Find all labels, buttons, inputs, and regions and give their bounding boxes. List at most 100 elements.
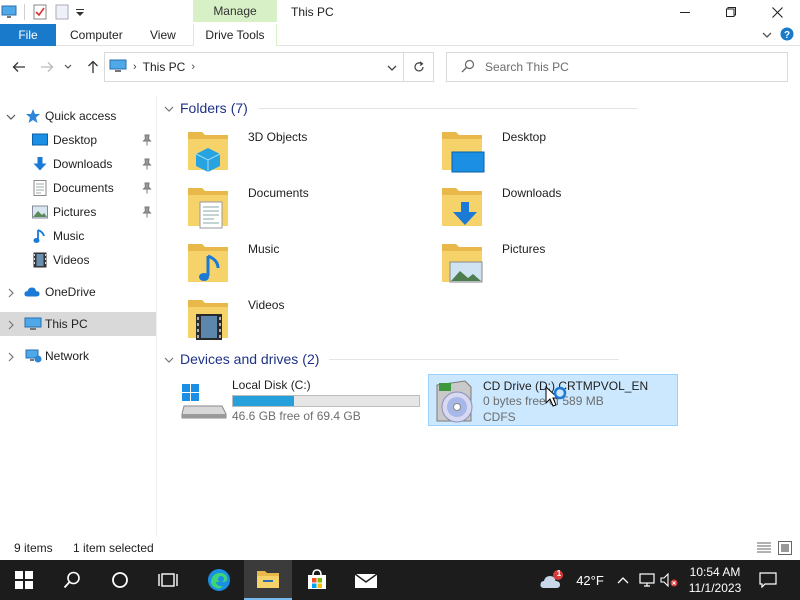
videos-icon	[32, 252, 48, 268]
taskbar-microsoft-store[interactable]	[293, 560, 341, 600]
sidebar-item-label: Videos	[53, 253, 90, 267]
drive-local-disk-c[interactable]: Local Disk (C:) 46.6 GB free of 69.4 GB	[178, 374, 428, 426]
help-icon[interactable]: ?	[780, 27, 794, 44]
close-button[interactable]	[754, 0, 800, 24]
weather-temperature[interactable]: 42°F	[572, 572, 608, 588]
taskbar-file-explorer[interactable]	[244, 560, 292, 600]
task-view-icon	[158, 573, 178, 587]
recent-locations-icon[interactable]	[62, 58, 74, 76]
folder-3d-objects[interactable]: 3D Objects	[182, 124, 422, 176]
sidebar-item-pictures[interactable]: Pictures	[0, 200, 156, 224]
mail-envelope-icon	[354, 573, 378, 588]
file-explorer-icon	[257, 571, 279, 588]
sidebar-item-desktop[interactable]: Desktop	[0, 128, 156, 152]
task-view-button[interactable]	[144, 560, 192, 600]
sidebar-item-music[interactable]: Music	[0, 224, 156, 248]
folder-label: Pictures	[502, 242, 546, 256]
notifications-button[interactable]	[758, 570, 778, 590]
forward-button[interactable]	[38, 58, 56, 76]
sidebar-item-label: This PC	[45, 317, 88, 331]
sidebar-item-downloads[interactable]: Downloads	[0, 152, 156, 176]
folder-desktop[interactable]: Desktop	[436, 124, 676, 176]
chevron-down-icon[interactable]	[6, 111, 16, 125]
weather-widget[interactable]: 1	[538, 568, 566, 592]
folder-videos[interactable]: Videos	[182, 292, 422, 344]
tab-drive-tools[interactable]: Drive Tools	[193, 24, 277, 46]
refresh-icon	[413, 61, 424, 72]
tab-view[interactable]: View	[150, 24, 176, 46]
manage-contextual-tab[interactable]: Manage	[193, 0, 277, 22]
taskbar-search-button[interactable]	[48, 560, 96, 600]
properties-icon[interactable]	[31, 3, 49, 21]
breadcrumb-this-pc[interactable]: This PC	[143, 60, 186, 74]
up-button[interactable]	[84, 58, 102, 76]
taskbar-edge[interactable]	[195, 560, 243, 600]
pin-icon[interactable]	[142, 182, 152, 197]
music-icon	[32, 228, 48, 244]
chevron-down-icon[interactable]	[164, 351, 174, 367]
folder-label: Music	[248, 242, 280, 256]
chevron-right-icon[interactable]	[6, 319, 16, 333]
folder-pictures[interactable]: Pictures	[436, 236, 676, 288]
start-button[interactable]	[0, 560, 48, 600]
drive-usage-fill	[233, 396, 295, 406]
drive-free-space: 46.6 GB free of 69.4 GB	[232, 409, 361, 423]
toolbar-divider	[24, 4, 25, 20]
sidebar-item-label: Pictures	[53, 205, 97, 219]
group-header-devices-and-drives[interactable]: Devices and drives (2)	[164, 348, 620, 370]
sidebar-item-label: Documents	[53, 181, 114, 195]
sidebar-item-onedrive[interactable]: OneDrive	[0, 280, 156, 304]
tab-computer[interactable]: Computer	[70, 24, 123, 46]
cortana-icon	[112, 572, 128, 588]
pin-icon[interactable]	[142, 158, 152, 173]
folder-music[interactable]: Music	[182, 236, 422, 288]
folder-downloads[interactable]: Downloads	[436, 180, 676, 232]
customize-toolbar-dropdown-icon[interactable]	[71, 3, 89, 21]
refresh-button[interactable]	[404, 52, 434, 82]
group-header-folders[interactable]: Folders (7)	[164, 97, 638, 119]
sidebar-item-network[interactable]: Network	[0, 344, 156, 368]
status-bar: 9 items 1 item selected	[0, 536, 800, 560]
system-clock[interactable]: 10:54 AM 11/1/2023	[680, 564, 750, 596]
large-icons-view-icon[interactable]	[778, 541, 792, 558]
search-icon	[461, 59, 475, 76]
cortana-button[interactable]	[96, 560, 144, 600]
address-bar[interactable]: › This PC ›	[104, 52, 404, 82]
group-title: Folders	[180, 100, 227, 116]
search-box[interactable]	[446, 52, 788, 82]
new-folder-icon[interactable]	[53, 3, 71, 21]
pictures-icon	[32, 204, 48, 220]
sidebar-item-label: OneDrive	[45, 285, 96, 299]
chevron-right-icon[interactable]	[6, 351, 16, 365]
file-list-view[interactable]: Folders (7) 3D Objects Desktop Documents…	[158, 96, 800, 536]
search-input[interactable]	[485, 60, 765, 74]
sidebar-item-this-pc[interactable]: This PC	[0, 312, 156, 336]
this-pc-icon	[109, 59, 127, 76]
sidebar-item-quick-access[interactable]: Quick access	[0, 104, 156, 128]
view-mode-toggle	[756, 541, 792, 558]
maximize-button[interactable]	[708, 0, 754, 24]
details-view-icon[interactable]	[756, 541, 772, 558]
back-button[interactable]	[10, 58, 28, 76]
show-hidden-icons-button[interactable]	[614, 570, 632, 590]
taskbar-mail[interactable]	[342, 560, 390, 600]
folder-documents[interactable]: Documents	[182, 180, 422, 232]
store-bag-icon	[308, 569, 326, 589]
chevron-right-icon[interactable]	[6, 287, 16, 301]
pin-icon[interactable]	[142, 134, 152, 149]
address-history-dropdown-icon[interactable]	[387, 61, 397, 75]
network-status-icon[interactable]	[638, 570, 656, 590]
breadcrumb-chevron-icon[interactable]: ›	[191, 61, 195, 73]
volume-muted-icon[interactable]	[660, 570, 678, 590]
sidebar-item-documents[interactable]: Documents	[0, 176, 156, 200]
pin-icon[interactable]	[142, 206, 152, 221]
tab-file[interactable]: File	[0, 24, 56, 46]
this-pc-app-icon[interactable]	[0, 3, 18, 21]
chevron-down-icon[interactable]	[164, 100, 174, 116]
minimize-button[interactable]	[662, 0, 708, 24]
sidebar-item-videos[interactable]: Videos	[0, 248, 156, 272]
expand-ribbon-icon[interactable]	[762, 28, 772, 42]
downloads-icon	[32, 156, 48, 172]
ribbon-right-controls: ?	[762, 24, 794, 46]
breadcrumb-chevron-icon[interactable]: ›	[133, 61, 137, 73]
